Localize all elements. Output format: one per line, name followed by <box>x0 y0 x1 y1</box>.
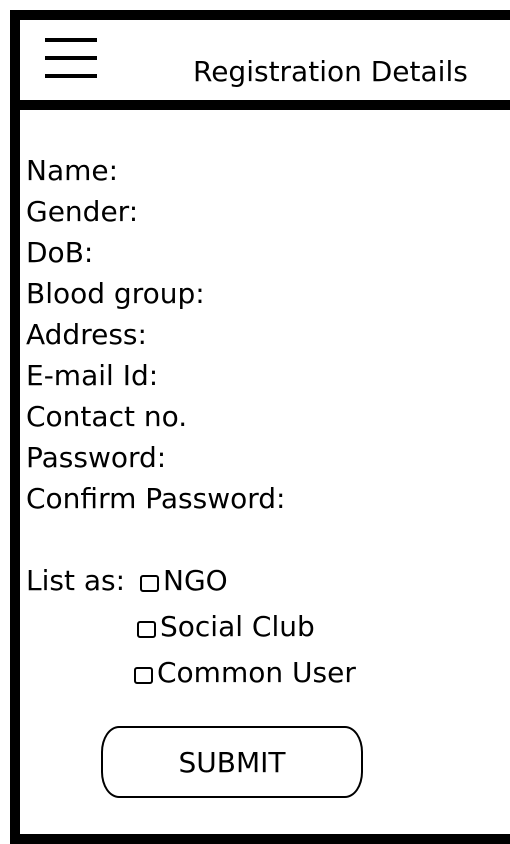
gender-field-label: Gender: <box>26 195 139 228</box>
list-as-label: List as: <box>26 564 126 597</box>
page-title: Registration Details <box>193 55 468 88</box>
address-field-label: Address: <box>26 318 147 351</box>
email-field-label: E-mail Id: <box>26 359 159 392</box>
ngo-checkbox[interactable] <box>140 575 159 592</box>
ngo-option-label: NGO <box>163 564 228 597</box>
hamburger-menu-icon[interactable] <box>45 38 97 80</box>
contact-no-field-label: Contact no. <box>26 400 188 433</box>
social-club-checkbox[interactable] <box>137 621 156 638</box>
dob-field-label: DoB: <box>26 236 94 269</box>
common-user-option-label: Common User <box>157 656 356 689</box>
option-ngo[interactable]: NGO <box>140 560 228 601</box>
blood-group-field-label: Blood group: <box>26 277 205 310</box>
option-common-user[interactable]: Common User <box>134 652 356 693</box>
name-field-label: Name: <box>26 154 119 187</box>
social-club-option-label: Social Club <box>160 610 315 643</box>
confirm-password-field-label: Confirm Password: <box>26 482 286 515</box>
app-header: Registration Details <box>20 20 510 110</box>
option-social-club[interactable]: Social Club <box>137 606 315 647</box>
common-user-checkbox[interactable] <box>134 667 153 684</box>
registration-form: Name: Gender: DoB: Blood group: Address:… <box>26 150 285 519</box>
submit-button[interactable]: SUBMIT <box>101 726 363 798</box>
password-field-label: Password: <box>26 441 167 474</box>
